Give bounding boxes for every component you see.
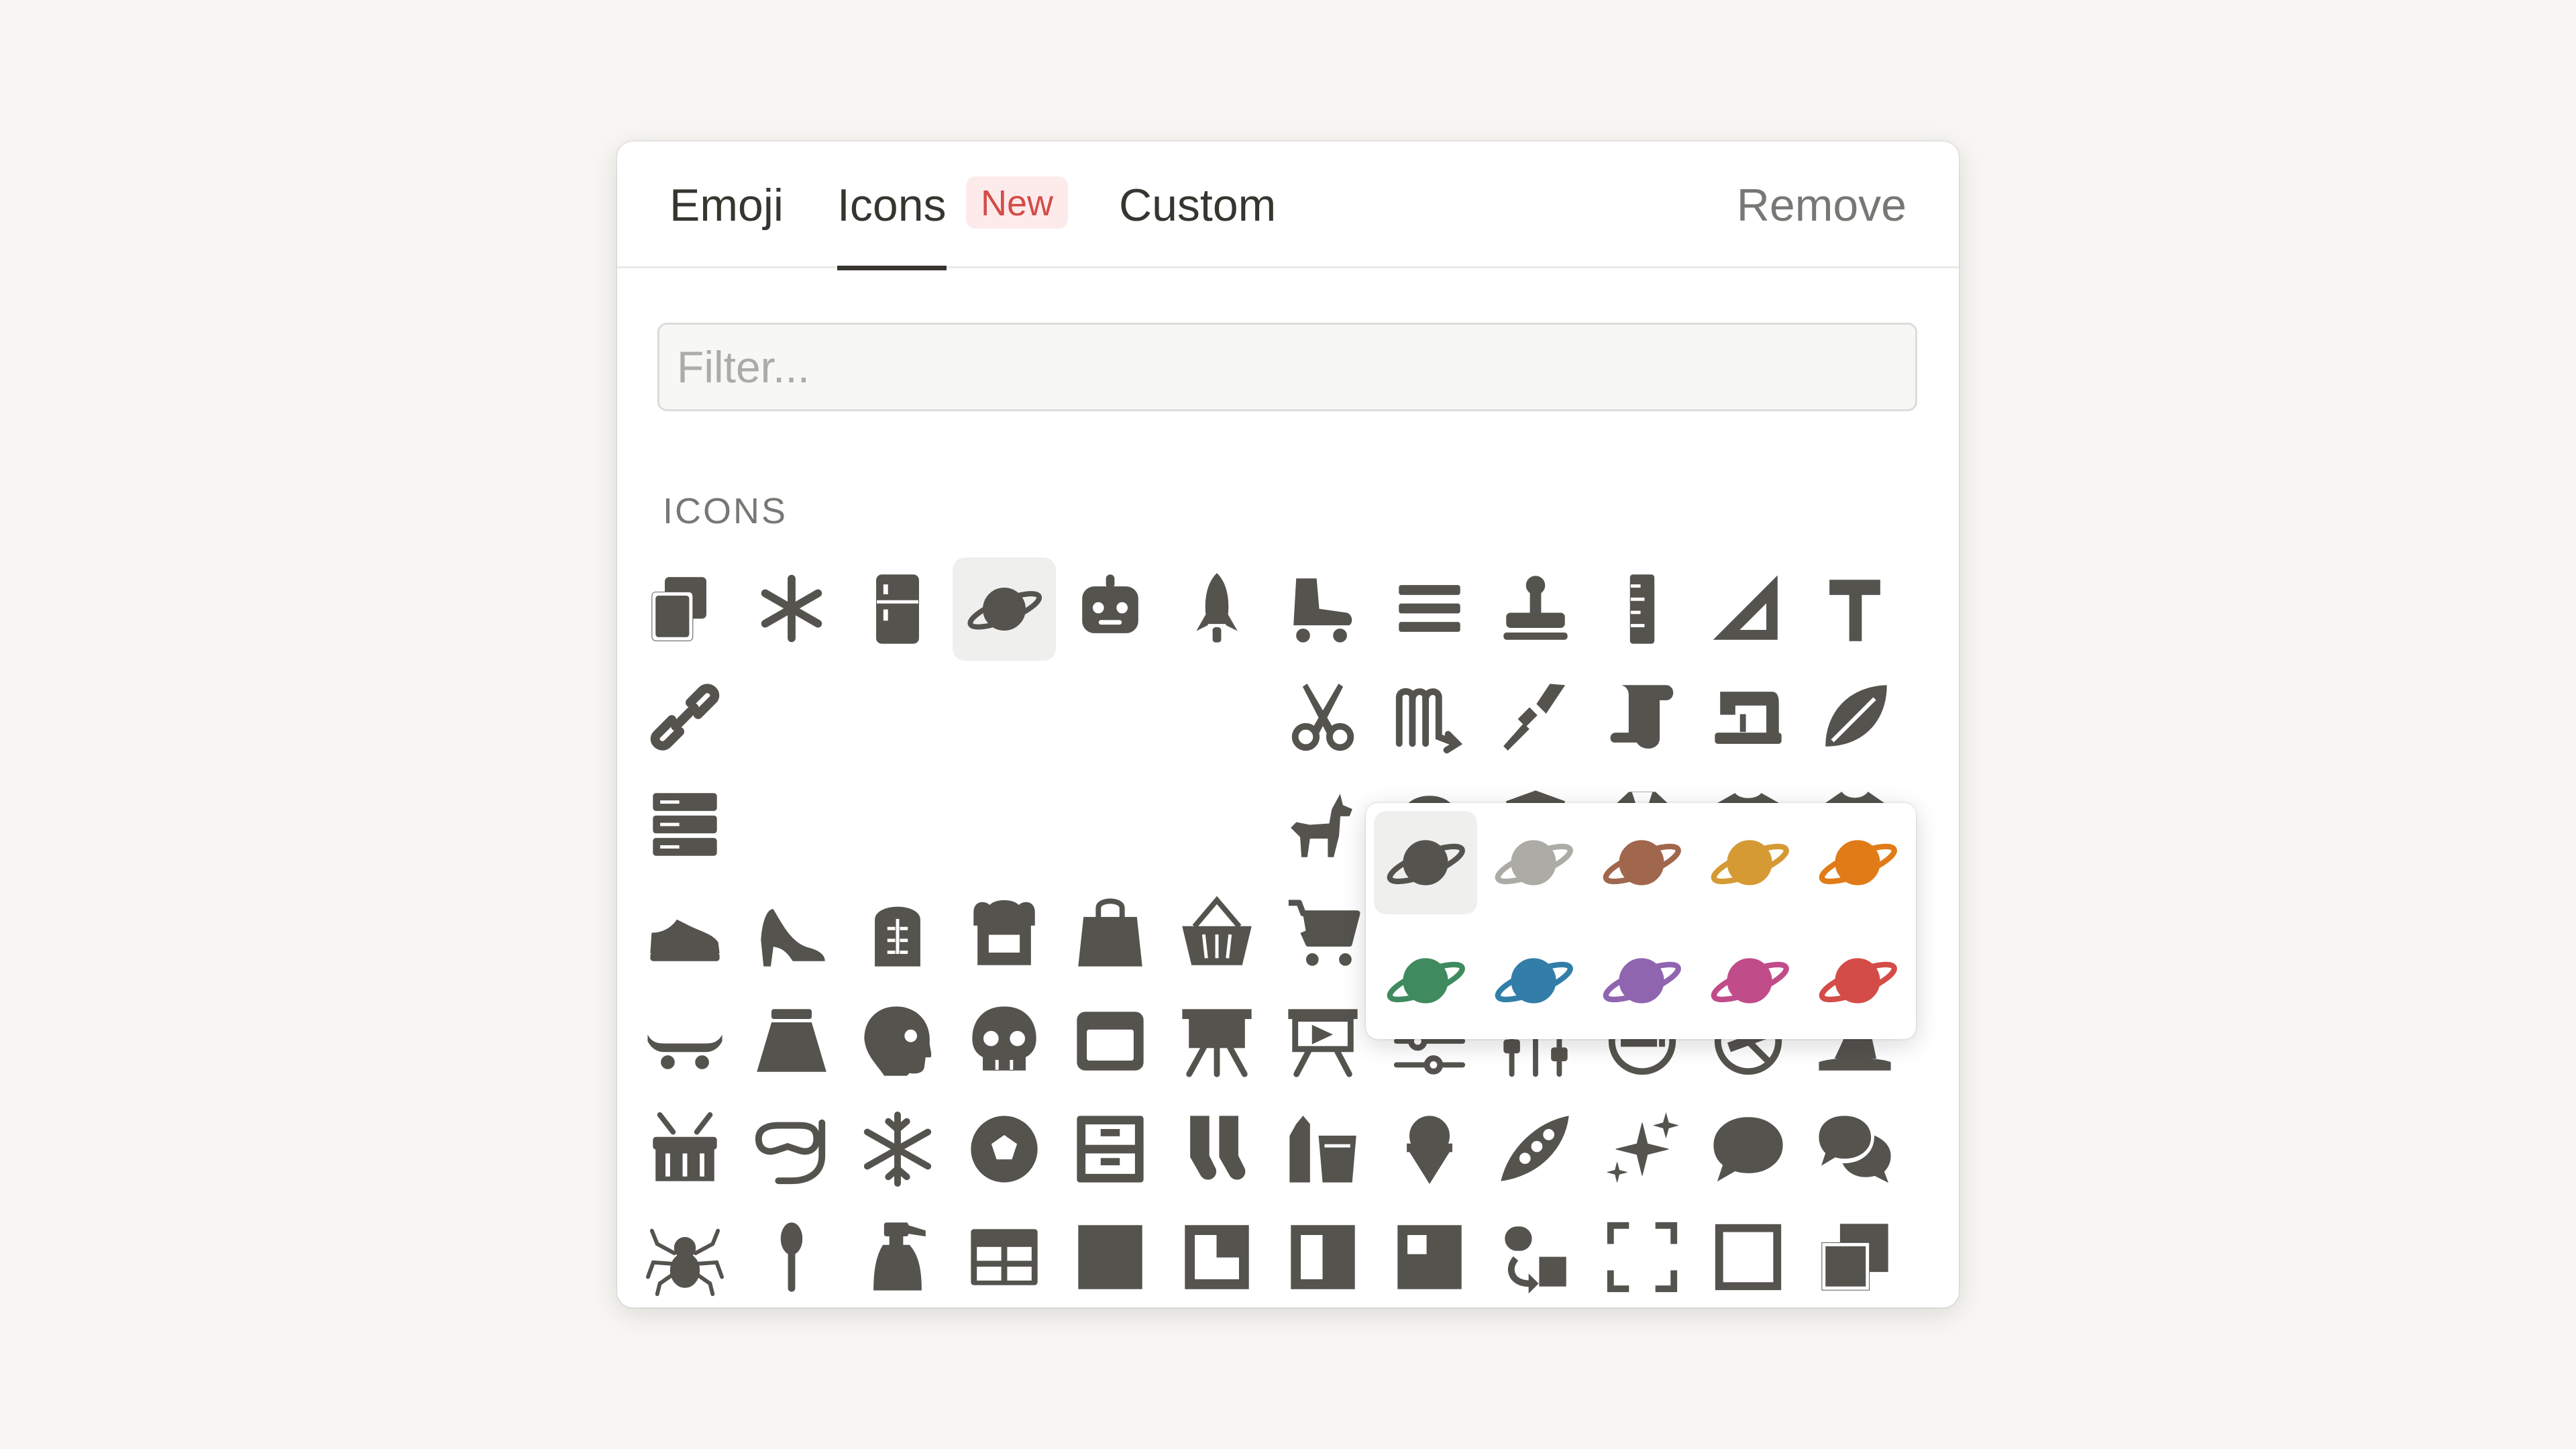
- storefront-icon[interactable]: [953, 881, 1056, 985]
- square-inset-icon[interactable]: [1378, 1205, 1481, 1309]
- ruler-icon[interactable]: [1591, 557, 1694, 661]
- hammer-icon[interactable]: [1803, 557, 1907, 661]
- copy-icon[interactable]: [633, 557, 737, 661]
- planet-icon[interactable]: [953, 557, 1056, 661]
- snowflake-icon[interactable]: [846, 1097, 949, 1201]
- robot-icon[interactable]: [1059, 557, 1162, 661]
- square-icon[interactable]: [1059, 1205, 1162, 1309]
- color-variant-popover: [1366, 803, 1916, 1039]
- planet-color-variant-icon[interactable]: [1482, 811, 1585, 914]
- gravestone-icon[interactable]: [846, 881, 949, 985]
- head-icon[interactable]: [846, 989, 949, 1093]
- rocket-icon[interactable]: [1165, 557, 1269, 661]
- easel-icon[interactable]: [1165, 989, 1269, 1093]
- socks-icon[interactable]: [1165, 1097, 1269, 1201]
- goat-icon[interactable]: [1271, 773, 1375, 877]
- section-title-icons: ICONS: [663, 491, 788, 531]
- square-corner-icon[interactable]: [1165, 1205, 1269, 1309]
- basket-icon[interactable]: [1165, 881, 1269, 985]
- drum-icon[interactable]: [633, 1097, 737, 1201]
- spider-icon[interactable]: [633, 1205, 737, 1309]
- spray-bottle-icon[interactable]: [846, 1205, 949, 1309]
- peas-icon[interactable]: [1484, 1097, 1587, 1201]
- square-outline-icon[interactable]: [1697, 1205, 1800, 1309]
- planet-color-variant-icon[interactable]: [1374, 811, 1477, 914]
- spoon-icon[interactable]: [740, 1205, 843, 1309]
- tab-bar: Emoji Icons New Custom Remove: [617, 142, 1959, 270]
- menu-icon[interactable]: [1378, 557, 1481, 661]
- shopping-bag-icon[interactable]: [1059, 881, 1162, 985]
- chat-bubbles-icon[interactable]: [1803, 1097, 1907, 1201]
- remove-button[interactable]: Remove: [1737, 175, 1907, 235]
- tab-emoji[interactable]: Emoji: [669, 175, 784, 235]
- high-heel-icon[interactable]: [740, 881, 843, 985]
- planet-color-variant-icon[interactable]: [1482, 929, 1585, 1032]
- snorkel-icon[interactable]: [740, 1097, 843, 1201]
- skull-icon[interactable]: [953, 989, 1056, 1093]
- filter-input[interactable]: [657, 323, 1917, 411]
- planet-color-variant-icon[interactable]: [1374, 929, 1477, 1032]
- asterisk-icon[interactable]: [740, 557, 843, 661]
- skateboard-icon[interactable]: [633, 989, 737, 1093]
- focus-frame-icon[interactable]: [1591, 1205, 1694, 1309]
- planet-color-variant-icon[interactable]: [1590, 929, 1693, 1032]
- copy-alt-icon[interactable]: [1803, 1205, 1907, 1309]
- server-icon[interactable]: [633, 773, 737, 877]
- planet-color-variant-icon[interactable]: [1698, 929, 1801, 1032]
- scissors-icon[interactable]: [1271, 665, 1375, 769]
- sparkles-icon[interactable]: [1591, 1097, 1694, 1201]
- drinks-icon[interactable]: [1271, 1097, 1375, 1201]
- screwdriver-icon[interactable]: [1484, 665, 1587, 769]
- tab-custom[interactable]: Custom: [1119, 175, 1276, 235]
- presentation-icon[interactable]: [1271, 989, 1375, 1093]
- speech-bubble-icon[interactable]: [1697, 1097, 1800, 1201]
- link-icon[interactable]: [633, 665, 737, 769]
- icon-picker-panel: Emoji Icons New Custom Remove ICONS: [617, 142, 1959, 1307]
- table-icon[interactable]: [953, 1205, 1056, 1309]
- shopping-cart-icon[interactable]: [1271, 881, 1375, 985]
- planet-color-variant-icon[interactable]: [1698, 811, 1801, 914]
- sneaker-icon[interactable]: [633, 881, 737, 985]
- planet-color-variant-icon[interactable]: [1806, 929, 1909, 1032]
- stamp-icon[interactable]: [1484, 557, 1587, 661]
- leaf-icon[interactable]: [1803, 665, 1907, 769]
- tab-icons[interactable]: Icons: [837, 175, 947, 270]
- scorpio-icon[interactable]: [1378, 665, 1481, 769]
- window-icon[interactable]: [1059, 989, 1162, 1093]
- set-square-icon[interactable]: [1697, 557, 1800, 661]
- new-badge: New: [966, 176, 1069, 229]
- soccer-ball-icon[interactable]: [953, 1097, 1056, 1201]
- ice-cream-icon[interactable]: [1378, 1097, 1481, 1201]
- scroll-icon[interactable]: [1591, 665, 1694, 769]
- planet-color-variant-icon[interactable]: [1806, 811, 1909, 914]
- square-half-icon[interactable]: [1271, 1205, 1375, 1309]
- drawer-icon[interactable]: [1059, 1097, 1162, 1201]
- roller-skate-icon[interactable]: [1271, 557, 1375, 661]
- skirt-icon[interactable]: [740, 989, 843, 1093]
- fridge-icon[interactable]: [846, 557, 949, 661]
- sewing-machine-icon[interactable]: [1697, 665, 1800, 769]
- shapes-icon[interactable]: [1484, 1205, 1587, 1309]
- planet-color-variant-icon[interactable]: [1590, 811, 1693, 914]
